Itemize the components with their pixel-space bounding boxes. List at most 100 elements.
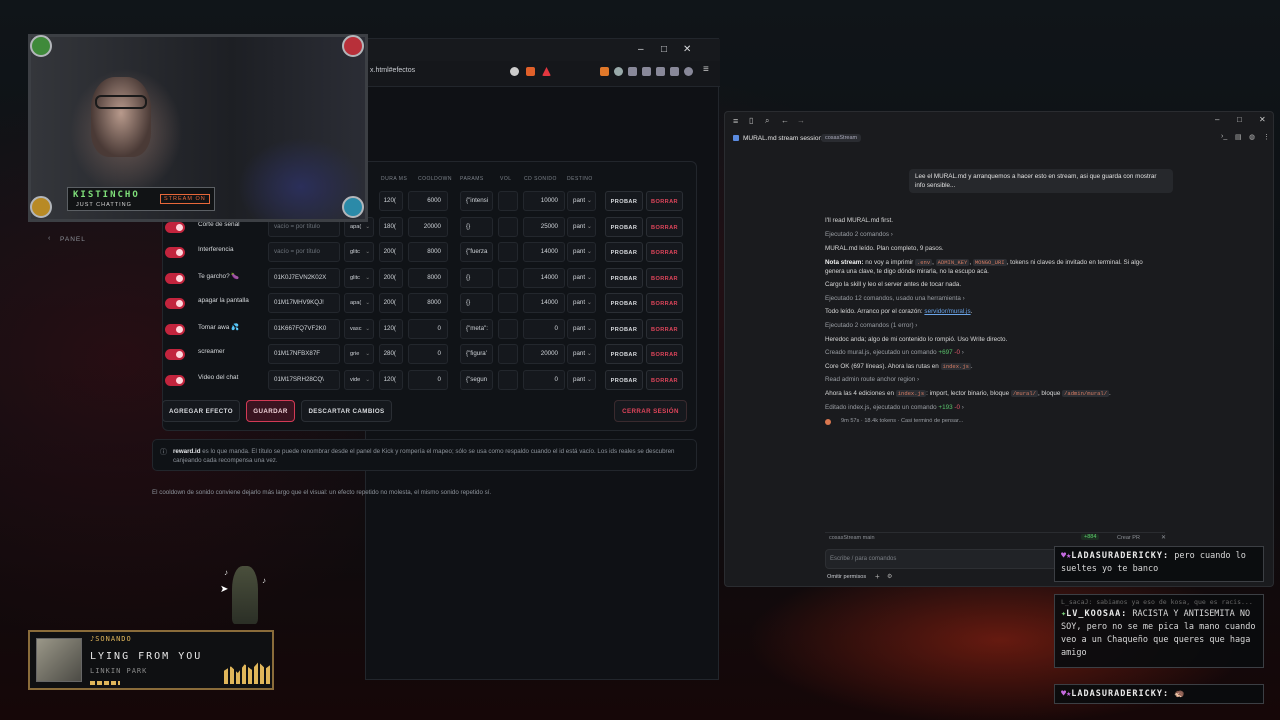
close-icon[interactable]: ✕ [1161,534,1166,541]
volume-input[interactable] [498,191,518,211]
destination-select[interactable]: pant ⌄ [567,242,596,262]
params-input[interactable]: {} [460,217,493,237]
sound-cooldown-input[interactable]: 14000 [523,293,565,313]
effect-name[interactable]: Interferencia [198,246,234,253]
effect-type-select[interactable]: vasc ⌄ [344,319,374,339]
sound-cooldown-input[interactable]: 14000 [523,268,565,288]
cooldown-input[interactable]: 6000 [408,191,448,211]
volume-input[interactable] [498,242,518,262]
params-input[interactable]: {} [460,268,493,288]
test-effect-button[interactable]: PROBAR [605,217,643,237]
duration-input[interactable]: 200( [379,293,403,313]
reward-id-input[interactable]: 01M17NFBX87F [268,344,340,364]
effect-name[interactable]: screamer [198,348,225,355]
volume-input[interactable] [498,344,518,364]
sound-cooldown-input[interactable]: 0 [523,370,565,390]
maximize-button[interactable]: □ [1237,115,1242,124]
tool-summary[interactable]: Creado mural.js, ejecutado un comando +6… [825,349,964,356]
volume-input[interactable] [498,217,518,237]
params-input[interactable]: {} [460,293,493,313]
test-effect-button[interactable]: PROBAR [605,319,643,339]
discard-changes-button[interactable]: DESCARTAR CAMBIOS [301,400,392,422]
destination-select[interactable]: pant ⌄ [567,191,596,211]
save-button[interactable]: GUARDAR [246,400,295,422]
globe-icon[interactable]: ◍ [1249,133,1255,141]
tool-summary[interactable]: Ejecutado 12 comandos, usado una herrami… [825,295,965,302]
menu-icon[interactable]: ≡ [733,116,738,126]
effect-name[interactable]: Corte de senal [198,221,240,228]
duration-input[interactable]: 180( [379,217,403,237]
terminal-icon[interactable]: ›_ [1221,133,1227,140]
session-title[interactable]: MURAL.md stream session [743,135,822,142]
add-effect-button[interactable]: AGREGAR EFECTO [162,400,240,422]
destination-select[interactable]: pant ⌄ [567,268,596,288]
effect-enabled-toggle[interactable] [165,273,185,284]
effect-enabled-toggle[interactable] [165,349,185,360]
cooldown-input[interactable]: 8000 [408,293,448,313]
cooldown-input[interactable]: 20000 [408,217,448,237]
search-icon[interactable]: ⌕ [765,116,769,126]
delete-effect-button[interactable]: BORRAR [646,191,683,211]
reward-id-input[interactable]: 01M17MHV9KQJ! [268,293,340,313]
effect-name[interactable]: Video del chat [198,374,238,381]
test-effect-button[interactable]: PROBAR [605,293,643,313]
params-input[interactable]: {"figura' [460,344,493,364]
test-effect-button[interactable]: PROBAR [605,344,643,364]
panel-back-link[interactable]: PANEL [60,236,86,243]
create-pr-button[interactable]: Crear PR [1117,535,1140,541]
sound-cooldown-input[interactable]: 14000 [523,242,565,262]
delete-effect-button[interactable]: BORRAR [646,319,683,339]
duration-input[interactable]: 280( [379,344,403,364]
effect-enabled-toggle[interactable] [165,247,185,258]
logout-button[interactable]: CERRAR SESIÓN [614,400,687,422]
reward-id-input[interactable]: 01M17SRH28CQ\ [268,370,340,390]
effect-type-select[interactable]: glitc ⌄ [344,242,374,262]
effect-type-select[interactable]: apa(⌄ [344,293,374,313]
delete-effect-button[interactable]: BORRAR [646,242,683,262]
add-icon[interactable]: + [875,572,880,581]
test-effect-button[interactable]: PROBAR [605,242,643,262]
effect-type-select[interactable]: grie ⌄ [344,344,374,364]
duration-input[interactable]: 120( [379,370,403,390]
back-arrow-icon[interactable]: ← [781,116,789,125]
tool-summary[interactable]: Editado index.js, ejecutado un comando +… [825,404,964,411]
prompt-input[interactable]: Escribe / para comandos [825,549,1065,569]
effect-enabled-toggle[interactable] [165,375,185,386]
effect-enabled-toggle[interactable] [165,298,185,309]
delete-effect-button[interactable]: BORRAR [646,268,683,288]
volume-input[interactable] [498,293,518,313]
effect-name[interactable]: Tomar awa 💦 [198,323,239,331]
destination-select[interactable]: pant ⌄ [567,344,596,364]
destination-select[interactable]: pant ⌄ [567,370,596,390]
diff-icon[interactable]: ▤ [1235,133,1242,141]
minimize-button[interactable]: – [1215,115,1219,124]
more-icon[interactable]: ⋮ [1263,133,1270,141]
effect-name[interactable]: Te garcho? 🍆 [198,272,239,280]
branch-label[interactable]: cosasStream main [829,535,875,541]
reward-id-input[interactable]: vacío = por título [268,242,340,262]
sound-cooldown-input[interactable]: 0 [523,319,565,339]
duration-input[interactable]: 120( [379,191,403,211]
sound-cooldown-input[interactable]: 10000 [523,191,565,211]
volume-input[interactable] [498,370,518,390]
reward-id-input[interactable]: 01K0J7EVN2K02X [268,268,340,288]
effect-type-select[interactable]: vide ⌄ [344,370,374,390]
test-effect-button[interactable]: PROBAR [605,268,643,288]
params-input[interactable]: {"segun [460,370,493,390]
cooldown-input[interactable]: 0 [408,370,448,390]
chevron-left-icon[interactable]: ‹ [48,235,50,242]
permissions-toggle[interactable]: Omitir permisos [827,574,866,580]
tool-summary[interactable]: Ejecutado 2 comandos (1 error) › [825,322,917,329]
reward-id-input[interactable]: 01K667FQ7VF2K0 [268,319,340,339]
params-input[interactable]: {"fuerza [460,242,493,262]
sound-cooldown-input[interactable]: 25000 [523,217,565,237]
cooldown-input[interactable]: 0 [408,344,448,364]
delete-effect-button[interactable]: BORRAR [646,293,683,313]
duration-input[interactable]: 120( [379,319,403,339]
cooldown-input[interactable]: 0 [408,319,448,339]
params-input[interactable]: {"intensi [460,191,493,211]
tool-summary[interactable]: Ejecutado 2 comandos › [825,231,893,238]
effect-enabled-toggle[interactable] [165,222,185,233]
destination-select[interactable]: pant ⌄ [567,293,596,313]
cooldown-input[interactable]: 8000 [408,242,448,262]
